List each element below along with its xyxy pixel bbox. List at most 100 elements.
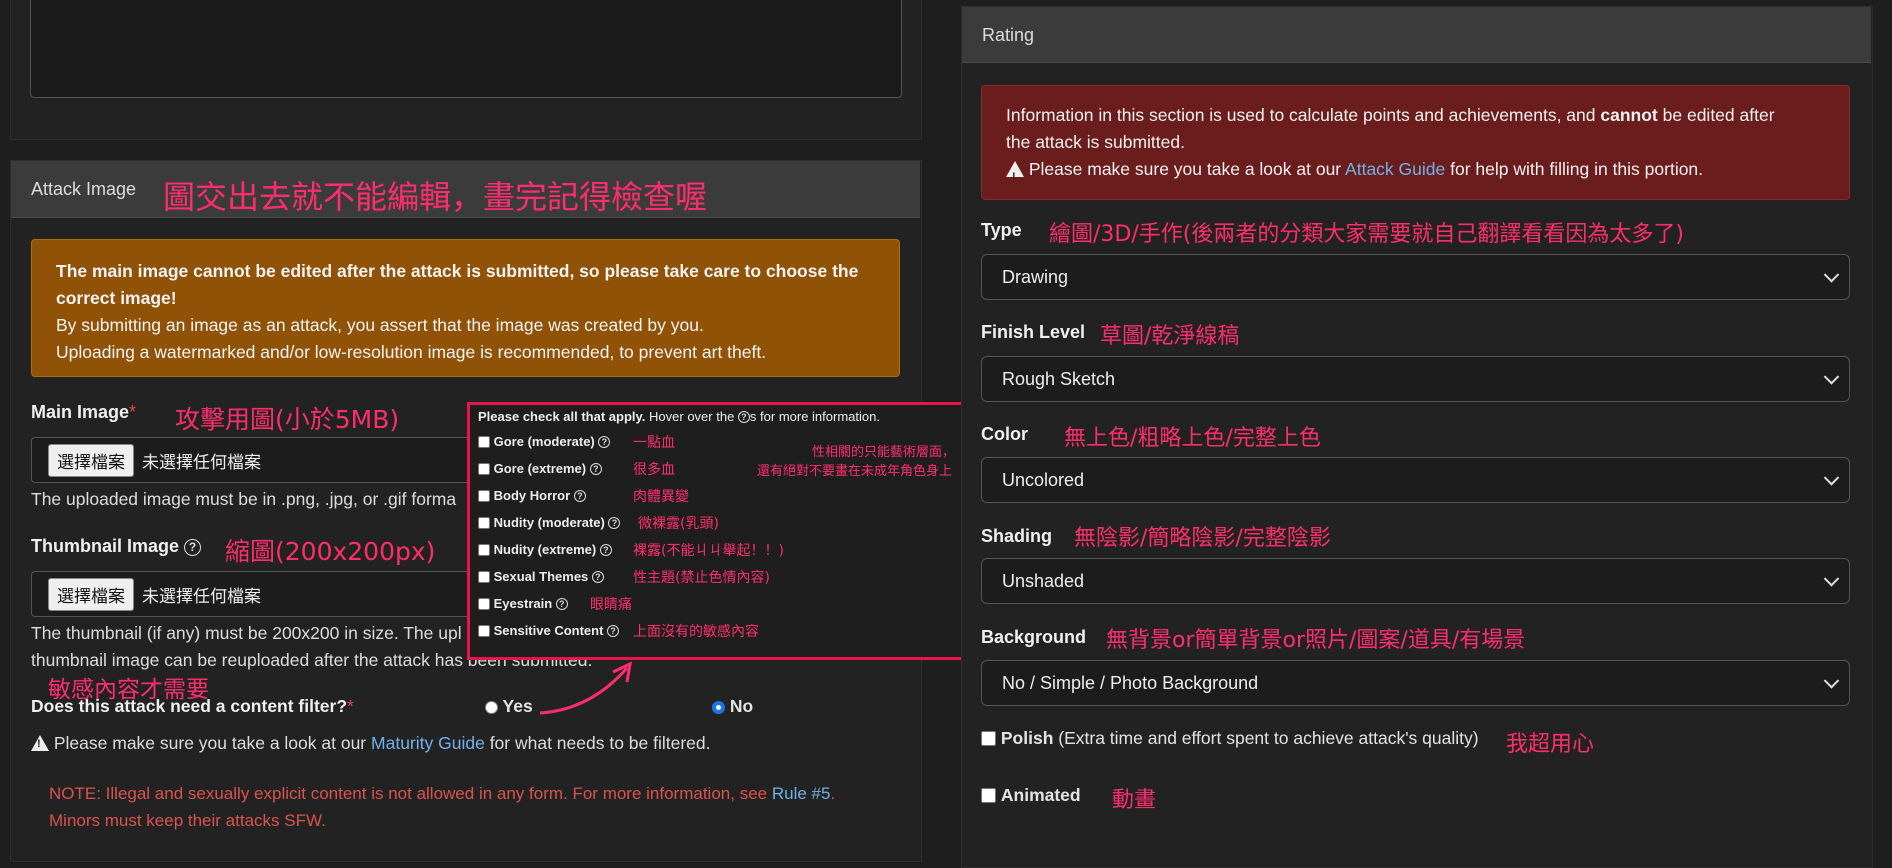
attack-image-annotation: 圖交出去就不能編輯，畫完記得檢查喔 (163, 178, 708, 216)
popup-item-label: Nudity (extreme) (493, 542, 597, 557)
question-icon[interactable]: ? (607, 625, 620, 637)
thumbnail-file-input[interactable]: 選擇檔案 未選擇任何檔案 (31, 571, 491, 617)
chevron-down-icon (1823, 369, 1840, 385)
popup-item-annotation: 微裸露(乳頭) (638, 516, 719, 532)
finish-level-annotation: 草圖/乾淨線稿 (1100, 324, 1240, 349)
filter-yes-option[interactable]: Yes (485, 696, 533, 717)
popup-item-label: Nudity (moderate) (493, 515, 605, 530)
type-label: Type (981, 220, 1022, 240)
question-icon[interactable]: ? (598, 436, 611, 448)
question-icon[interactable]: ? (589, 463, 602, 475)
type-selected-value: Drawing (1002, 266, 1069, 287)
animated-checkbox[interactable] (981, 788, 996, 803)
popup-item-annotation: 上面沒有的敏感內容 (633, 624, 759, 640)
finish-level-label: Finish Level (981, 322, 1086, 342)
annotation-arrow (539, 661, 632, 715)
maturity-guide-link[interactable]: Maturity Guide (371, 733, 485, 753)
polish-option[interactable]: Polish (Extra time and effort spent to a… (981, 728, 1479, 749)
popup-item[interactable]: Gore (moderate) ? (478, 434, 611, 449)
warning-icon (1006, 161, 1024, 191)
popup-intro: Please check all that apply. Hover over … (478, 409, 880, 424)
animated-label: Animated (1000, 785, 1081, 805)
main-image-annotation: 攻擊用圖(小於5MB) (175, 405, 400, 434)
popup-item-annotation: 性主題(禁止色情內容) (633, 570, 770, 586)
popup-item-checkbox[interactable] (478, 463, 490, 475)
warning-line-2: Uploading a watermarked and/or low-resol… (56, 342, 767, 362)
popup-item-label: Sensitive Content (493, 623, 604, 638)
popup-item-annotation: 眼睛痛 (590, 597, 632, 613)
main-image-file-input[interactable]: 選擇檔案 未選擇任何檔案 (31, 437, 491, 483)
filter-no-option[interactable]: No (712, 696, 753, 717)
popup-item[interactable]: Sensitive Content ? (478, 623, 620, 638)
attack-image-title: Attack Image (31, 179, 137, 199)
polish-description: (Extra time and effort spent to achieve … (1058, 728, 1479, 748)
chevron-down-icon (1823, 267, 1840, 283)
filter-no-radio[interactable] (712, 701, 725, 714)
popup-item-checkbox[interactable] (478, 598, 490, 610)
finish-level-selected-value: Rough Sketch (1002, 368, 1116, 389)
popup-item-checkbox[interactable] (478, 436, 490, 448)
warning-icon (31, 735, 49, 751)
description-textarea[interactable] (30, 0, 902, 98)
thumbnail-file-status: 未選擇任何檔案 (142, 586, 261, 607)
image-warning-alert: The main image cannot be edited after th… (31, 239, 900, 377)
polish-annotation: 我超用心 (1506, 732, 1595, 757)
warning-bold-text: The main image cannot be edited after th… (56, 261, 859, 308)
color-select[interactable]: Uncolored (981, 457, 1850, 503)
animated-option[interactable]: Animated (981, 785, 1081, 806)
question-icon[interactable]: ? (599, 544, 612, 556)
main-image-file-status: 未選擇任何檔案 (142, 452, 261, 473)
popup-item-label: Gore (extreme) (493, 461, 587, 476)
main-image-help: The uploaded image must be in .png, .jpg… (31, 489, 457, 509)
chevron-down-icon (1823, 470, 1840, 486)
chevron-down-icon (1823, 571, 1840, 587)
popup-item[interactable]: Body Horror ? (478, 488, 586, 503)
popup-side-note-1: 性相關的只能藝術層面， (812, 445, 956, 460)
shading-select[interactable]: Unshaded (981, 558, 1850, 604)
color-annotation: 無上色/粗略上色/完整上色 (1064, 426, 1321, 451)
popup-side-note-2: 還有絕對不要畫在未成年角色身上 (757, 464, 953, 479)
rating-info-alert: Information in this section is used to c… (981, 85, 1850, 200)
popup-item[interactable]: Nudity (extreme) ? (478, 542, 612, 557)
popup-item-label: Eyestrain (493, 596, 553, 611)
thumbnail-label: Thumbnail Image ? (31, 536, 202, 557)
warning-line-1: By submitting an image as an attack, you… (56, 315, 704, 335)
type-select[interactable]: Drawing (981, 254, 1850, 300)
question-icon[interactable]: ? (573, 490, 586, 502)
popup-item[interactable]: Sexual Themes ? (478, 569, 604, 584)
background-selected-value: No / Simple / Photo Background (1002, 672, 1259, 693)
popup-item-annotation: 肉體異變 (633, 489, 689, 505)
popup-item-checkbox[interactable] (478, 571, 490, 583)
type-annotation: 繪圖/3D/手作(後兩者的分類大家需要就自己翻譯看看因為太多了) (1049, 222, 1684, 247)
question-icon[interactable]: ? (608, 517, 621, 529)
content-filter-label: Does this attack need a content filter?* (31, 696, 354, 716)
popup-item[interactable]: Gore (extreme) ? (478, 461, 602, 476)
attack-guide-link[interactable]: Attack Guide (1345, 159, 1445, 179)
filter-yes-radio[interactable] (485, 701, 498, 714)
chevron-down-icon (1823, 673, 1840, 689)
content-filter-popup: Please check all that apply. Hover over … (467, 402, 977, 660)
background-select[interactable]: No / Simple / Photo Background (981, 660, 1850, 706)
main-image-choose-button[interactable]: 選擇檔案 (48, 443, 134, 477)
popup-item[interactable]: Nudity (moderate) ? (478, 515, 621, 530)
question-icon[interactable]: ? (184, 539, 202, 556)
main-image-label: Main Image* (31, 402, 137, 422)
thumbnail-choose-button[interactable]: 選擇檔案 (48, 577, 134, 611)
question-icon: ? (737, 411, 750, 423)
color-label: Color (981, 424, 1028, 444)
popup-item-annotation: 很多血 (633, 462, 675, 478)
question-icon[interactable]: ? (555, 598, 568, 610)
question-icon[interactable]: ? (591, 571, 604, 583)
popup-item-checkbox[interactable] (478, 625, 490, 637)
popup-item-checkbox[interactable] (478, 490, 490, 502)
popup-item[interactable]: Eyestrain ? (478, 596, 568, 611)
finish-level-select[interactable]: Rough Sketch (981, 356, 1850, 402)
popup-item-checkbox[interactable] (478, 544, 490, 556)
popup-item-checkbox[interactable] (478, 517, 490, 529)
popup-item-label: Body Horror (493, 488, 571, 503)
note-text: NOTE: Illegal and sexually explicit cont… (49, 784, 836, 830)
rating-title: Rating (982, 25, 1035, 45)
polish-checkbox[interactable] (981, 731, 996, 746)
rule-5-link[interactable]: Rule #5 (772, 784, 831, 803)
color-selected-value: Uncolored (1002, 469, 1085, 490)
